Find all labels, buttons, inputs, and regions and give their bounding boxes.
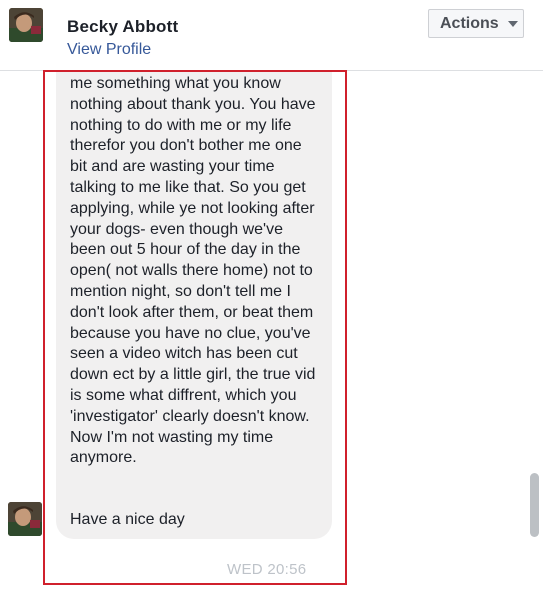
message-text: me something what you know nothing about… (70, 75, 316, 467)
contact-name[interactable]: Becky Abbott (67, 17, 178, 37)
message-timestamp: WED 20:56 (227, 561, 307, 578)
conversation-header: Becky Abbott View Profile Actions (0, 0, 543, 71)
contact-avatar[interactable] (9, 8, 43, 42)
actions-label: Actions (440, 14, 499, 32)
sender-avatar[interactable] (8, 502, 42, 536)
actions-button[interactable]: Actions (428, 9, 524, 38)
view-profile-link[interactable]: View Profile (67, 41, 151, 59)
scrollbar-thumb[interactable] (530, 473, 539, 537)
caret-down-icon (507, 20, 518, 27)
message-text-2: Have a nice day (70, 511, 185, 528)
